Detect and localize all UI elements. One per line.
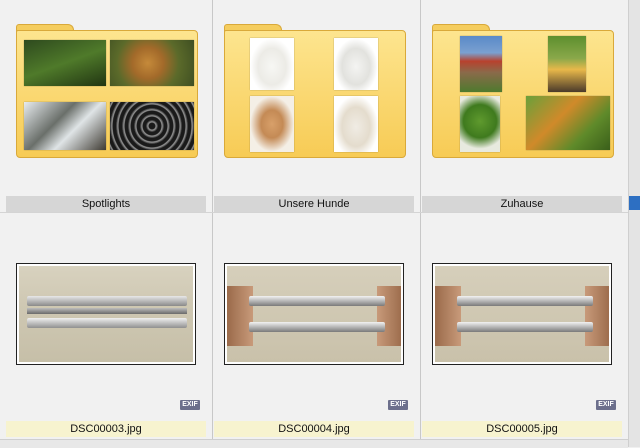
file-tile-dsc00003[interactable]: EXIF DSC00003.jpg bbox=[0, 213, 212, 439]
folder-preview-image bbox=[460, 96, 500, 152]
exif-badge: EXIF bbox=[596, 400, 616, 410]
folder-tile-spotlights[interactable]: Spotlights bbox=[0, 0, 212, 212]
file-label[interactable]: DSC00005.jpg bbox=[422, 421, 622, 437]
file-label[interactable]: DSC00003.jpg bbox=[6, 421, 206, 437]
scrollbar-position-marker[interactable] bbox=[629, 196, 640, 210]
exif-badge: EXIF bbox=[180, 400, 200, 410]
folder-label[interactable]: Unsere Hunde bbox=[214, 196, 414, 212]
exif-badge: EXIF bbox=[388, 400, 408, 410]
folder-preview-image bbox=[334, 38, 378, 90]
file-tile-dsc00005[interactable]: EXIF DSC00005.jpg bbox=[416, 213, 628, 439]
thumbnail-grid: Spotlights Unsere Hunde Zuhause EXIF DSC… bbox=[0, 0, 628, 447]
folder-preview-image bbox=[460, 36, 502, 92]
folder-preview-image bbox=[548, 36, 586, 92]
folder-preview-image bbox=[110, 102, 194, 150]
folder-label[interactable]: Zuhause bbox=[422, 196, 622, 212]
folder-preview-image bbox=[24, 40, 106, 86]
file-thumbnail bbox=[432, 263, 612, 365]
file-thumbnail bbox=[16, 263, 196, 365]
folder-icon bbox=[432, 24, 614, 158]
folder-tile-zuhause[interactable]: Zuhause bbox=[416, 0, 628, 212]
folder-icon bbox=[16, 24, 198, 158]
folder-label[interactable]: Spotlights bbox=[6, 196, 206, 212]
file-thumbnail bbox=[224, 263, 404, 365]
folder-preview-image bbox=[250, 96, 294, 152]
file-label[interactable]: DSC00004.jpg bbox=[214, 421, 414, 437]
folder-preview-image bbox=[526, 96, 610, 150]
folder-icon bbox=[224, 24, 406, 158]
folder-tile-unsere-hunde[interactable]: Unsere Hunde bbox=[208, 0, 420, 212]
folder-preview-image bbox=[250, 38, 294, 90]
vertical-scrollbar[interactable] bbox=[628, 0, 640, 447]
folder-preview-image bbox=[110, 40, 194, 86]
file-tile-dsc00004[interactable]: EXIF DSC00004.jpg bbox=[208, 213, 420, 439]
folder-preview-image bbox=[24, 102, 106, 150]
folder-preview-image bbox=[334, 96, 378, 152]
